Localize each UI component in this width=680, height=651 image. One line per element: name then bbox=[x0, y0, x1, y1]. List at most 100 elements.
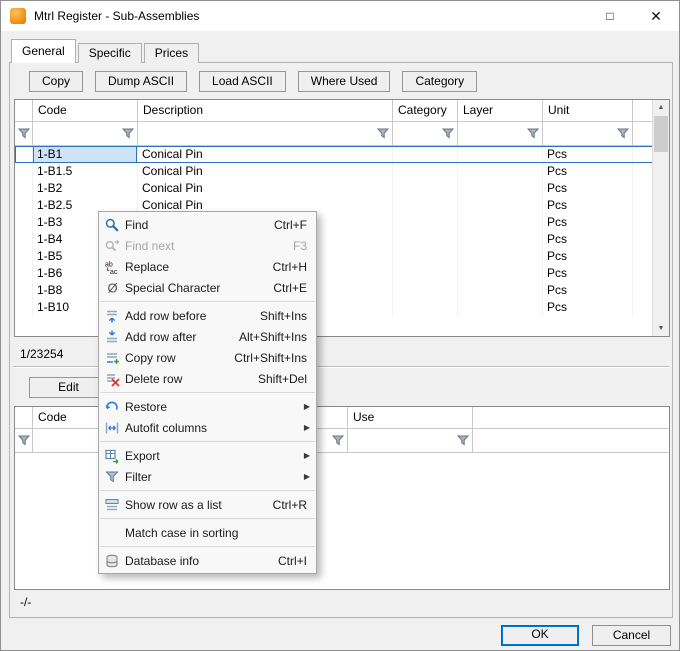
cell-code[interactable]: 1-B2 bbox=[33, 180, 138, 197]
cell-category[interactable] bbox=[393, 197, 458, 214]
filter-funnel-icon[interactable] bbox=[377, 128, 389, 139]
filter-funnel-icon[interactable] bbox=[122, 128, 134, 139]
cell-description[interactable]: Conical Pin bbox=[138, 163, 393, 180]
filter-funnel-icon[interactable] bbox=[332, 435, 344, 446]
tab-prices[interactable]: Prices bbox=[144, 43, 199, 63]
menu-item-restore[interactable]: Restore ▶ bbox=[99, 396, 316, 417]
scroll-up-button[interactable]: ▲ bbox=[653, 100, 669, 115]
column-header-use[interactable]: Use bbox=[348, 407, 473, 429]
menu-item-find[interactable]: Find Ctrl+F bbox=[99, 214, 316, 235]
cell-description[interactable]: Conical Pin bbox=[138, 180, 393, 197]
menu-item-autofit-columns[interactable]: Autofit columns ▶ bbox=[99, 417, 316, 438]
cell-category[interactable] bbox=[393, 299, 458, 316]
cell-layer[interactable] bbox=[458, 146, 543, 163]
maximize-button[interactable]: □ bbox=[587, 1, 633, 31]
menu-item-replace[interactable]: abac Replace Ctrl+H bbox=[99, 256, 316, 277]
row-selector-cell[interactable] bbox=[15, 146, 33, 163]
filter-cell-selector[interactable] bbox=[15, 429, 33, 453]
cell-unit[interactable]: Pcs bbox=[543, 146, 633, 163]
scrollbar-thumb[interactable] bbox=[654, 116, 668, 152]
filter-funnel-icon[interactable] bbox=[18, 128, 30, 139]
filter-cell-layer[interactable] bbox=[458, 122, 543, 146]
cell-layer[interactable] bbox=[458, 299, 543, 316]
cell-category[interactable] bbox=[393, 180, 458, 197]
row-selector-cell[interactable] bbox=[15, 282, 33, 299]
table-row[interactable]: 1-B1 Conical Pin Pcs bbox=[15, 146, 653, 163]
copy-button[interactable]: Copy bbox=[29, 71, 83, 92]
row-selector-cell[interactable] bbox=[15, 163, 33, 180]
cell-category[interactable] bbox=[393, 214, 458, 231]
scroll-down-button[interactable]: ▼ bbox=[653, 321, 669, 336]
vertical-scrollbar[interactable]: ▲ ▼ bbox=[652, 100, 669, 336]
column-header-description[interactable]: Description bbox=[138, 100, 393, 122]
cell-layer[interactable] bbox=[458, 265, 543, 282]
column-header-layer[interactable]: Layer bbox=[458, 100, 543, 122]
filter-cell-description[interactable] bbox=[138, 122, 393, 146]
row-selector-cell[interactable] bbox=[15, 265, 33, 282]
cell-unit[interactable]: Pcs bbox=[543, 180, 633, 197]
cell-layer[interactable] bbox=[458, 231, 543, 248]
filter-funnel-icon[interactable] bbox=[18, 435, 30, 446]
menu-item-filter[interactable]: Filter ▶ bbox=[99, 466, 316, 487]
tab-specific[interactable]: Specific bbox=[78, 43, 142, 63]
menu-item-database-info[interactable]: Database info Ctrl+I bbox=[99, 550, 316, 571]
cell-layer[interactable] bbox=[458, 248, 543, 265]
dump-ascii-button[interactable]: Dump ASCII bbox=[95, 71, 187, 92]
filter-funnel-icon[interactable] bbox=[527, 128, 539, 139]
menu-item-add-row-after[interactable]: Add row after Alt+Shift+Ins bbox=[99, 326, 316, 347]
menu-item-export[interactable]: Export ▶ bbox=[99, 445, 316, 466]
filter-cell-selector[interactable] bbox=[15, 122, 33, 146]
filter-funnel-icon[interactable] bbox=[457, 435, 469, 446]
cell-layer[interactable] bbox=[458, 282, 543, 299]
row-selector-cell[interactable] bbox=[15, 214, 33, 231]
where-used-button[interactable]: Where Used bbox=[298, 71, 391, 92]
cell-layer[interactable] bbox=[458, 197, 543, 214]
table-row[interactable]: 1-B1.5 Conical Pin Pcs bbox=[15, 163, 653, 180]
cell-category[interactable] bbox=[393, 231, 458, 248]
row-selector-cell[interactable] bbox=[15, 299, 33, 316]
cell-code[interactable]: 1-B1.5 bbox=[33, 163, 138, 180]
row-selector-cell[interactable] bbox=[15, 248, 33, 265]
menu-item-match-case-in-sorting[interactable]: Match case in sorting bbox=[99, 522, 316, 543]
load-ascii-button[interactable]: Load ASCII bbox=[199, 71, 286, 92]
ok-button[interactable]: OK bbox=[501, 625, 579, 646]
filter-cell-category[interactable] bbox=[393, 122, 458, 146]
cell-description[interactable]: Conical Pin bbox=[138, 146, 393, 163]
row-selector-cell[interactable] bbox=[15, 197, 33, 214]
cell-unit[interactable]: Pcs bbox=[543, 163, 633, 180]
cell-layer[interactable] bbox=[458, 180, 543, 197]
menu-item-add-row-before[interactable]: Add row before Shift+Ins bbox=[99, 305, 316, 326]
cell-category[interactable] bbox=[393, 248, 458, 265]
menu-item-copy-row[interactable]: Copy row Ctrl+Shift+Ins bbox=[99, 347, 316, 368]
column-header-code[interactable]: Code bbox=[33, 100, 138, 122]
filter-funnel-icon[interactable] bbox=[442, 128, 454, 139]
cell-unit[interactable]: Pcs bbox=[543, 248, 633, 265]
cell-category[interactable] bbox=[393, 163, 458, 180]
filter-cell-use[interactable] bbox=[348, 429, 473, 453]
cancel-button[interactable]: Cancel bbox=[592, 625, 671, 646]
cell-unit[interactable]: Pcs bbox=[543, 265, 633, 282]
row-selector-cell[interactable] bbox=[15, 180, 33, 197]
cell-unit[interactable]: Pcs bbox=[543, 231, 633, 248]
column-header-category[interactable]: Category bbox=[393, 100, 458, 122]
menu-item-special-character[interactable]: Ø Special Character Ctrl+E bbox=[99, 277, 316, 298]
filter-funnel-icon[interactable] bbox=[617, 128, 629, 139]
cell-category[interactable] bbox=[393, 265, 458, 282]
category-button[interactable]: Category bbox=[402, 71, 477, 92]
row-selector-cell[interactable] bbox=[15, 231, 33, 248]
cell-category[interactable] bbox=[393, 282, 458, 299]
cell-unit[interactable]: Pcs bbox=[543, 282, 633, 299]
edit-button[interactable]: Edit bbox=[29, 377, 108, 398]
cell-layer[interactable] bbox=[458, 163, 543, 180]
cell-unit[interactable]: Pcs bbox=[543, 299, 633, 316]
table-row[interactable]: 1-B2 Conical Pin Pcs bbox=[15, 180, 653, 197]
cell-layer[interactable] bbox=[458, 214, 543, 231]
menu-item-delete-row[interactable]: Delete row Shift+Del bbox=[99, 368, 316, 389]
menu-item-show-row-as-list[interactable]: Show row as a list Ctrl+R bbox=[99, 494, 316, 515]
cell-unit[interactable]: Pcs bbox=[543, 214, 633, 231]
filter-cell-unit[interactable] bbox=[543, 122, 633, 146]
cell-unit[interactable]: Pcs bbox=[543, 197, 633, 214]
tab-general[interactable]: General bbox=[11, 39, 76, 63]
cell-category[interactable] bbox=[393, 146, 458, 163]
close-button[interactable]: ✕ bbox=[633, 1, 679, 31]
